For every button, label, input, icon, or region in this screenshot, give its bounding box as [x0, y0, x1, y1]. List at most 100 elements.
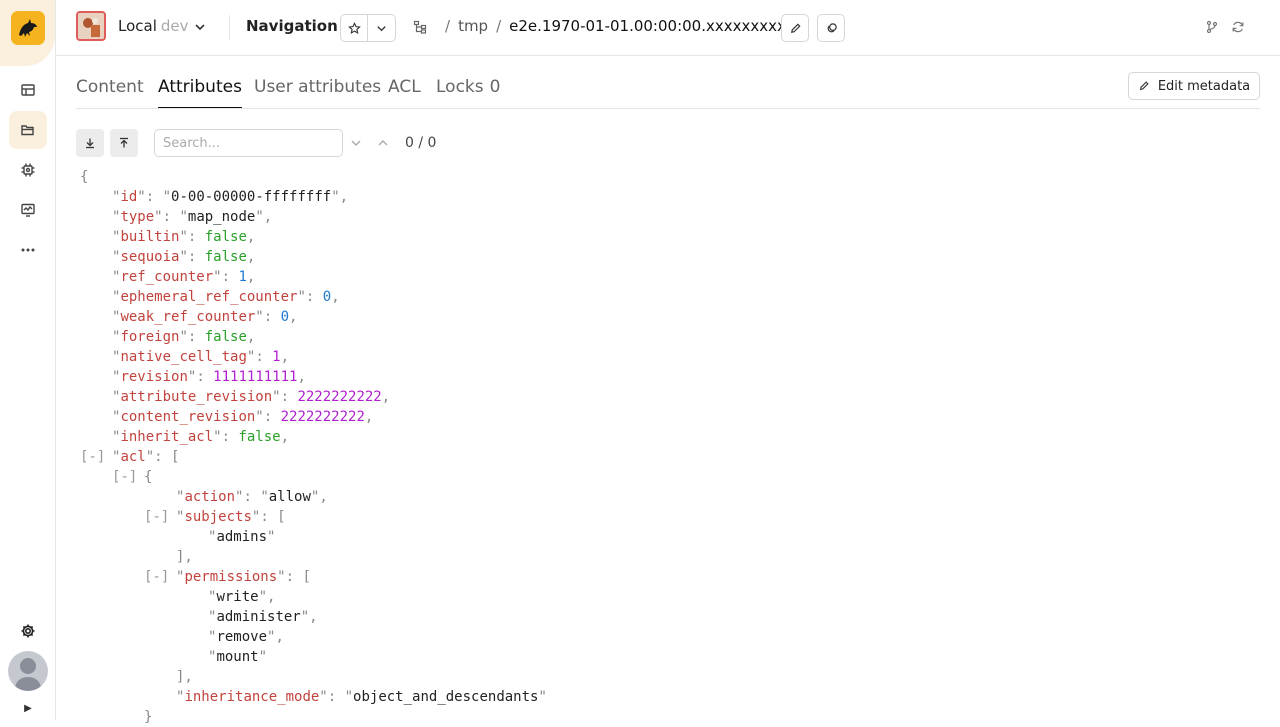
- quote: ": [179, 249, 188, 265]
- json-key: action: [184, 489, 236, 505]
- sidebar-item-monitoring[interactable]: [9, 191, 47, 229]
- tab-acl[interactable]: ACL: [388, 74, 421, 107]
- expand-all-button[interactable]: [76, 129, 104, 157]
- tab-attributes[interactable]: Attributes: [158, 74, 242, 109]
- quote: ": [300, 609, 310, 625]
- quote: ": [154, 209, 163, 225]
- comma: ,: [319, 489, 328, 505]
- quote: ": [277, 569, 286, 585]
- comma: ,: [297, 369, 306, 385]
- chevron-down-icon[interactable]: [193, 20, 207, 34]
- edit-metadata-button[interactable]: Edit metadata: [1128, 72, 1260, 100]
- refresh-icon[interactable]: [1231, 20, 1245, 34]
- comma: ,: [263, 209, 273, 225]
- json-string-value: allow: [268, 489, 311, 505]
- json-number-value: 2222222222: [280, 409, 365, 425]
- colon: :: [305, 289, 323, 305]
- json-key: ephemeral_ref_counter: [120, 289, 298, 305]
- json-key: type: [120, 209, 155, 225]
- json-attribute-row: "ephemeral_ref_counter": 0,: [112, 287, 340, 307]
- collapse-toggle[interactable]: [-]: [80, 447, 105, 467]
- quote: ": [255, 309, 264, 325]
- collapse-toggle[interactable]: [-]: [112, 467, 137, 487]
- gear-icon: [21, 624, 35, 638]
- favorites-dropdown-button[interactable]: [368, 14, 396, 42]
- colon: :: [196, 369, 214, 385]
- breadcrumb-current[interactable]: e2e.1970-01-01.00:00:00.xxxxxxxxxxx: [509, 17, 804, 35]
- json-attribute-row: "weak_ref_counter": 0,: [112, 307, 297, 327]
- sidebar-item-settings[interactable]: [9, 612, 47, 650]
- sidebar-item-more[interactable]: [9, 231, 47, 269]
- brace: }: [144, 709, 153, 725]
- sidebar-item-table[interactable]: [9, 71, 47, 109]
- colon: :: [162, 209, 180, 225]
- tabs-divider: [76, 108, 1260, 109]
- json-attribute-row: "native_cell_tag": 1,: [112, 347, 289, 367]
- json-permission-item: "mount": [208, 647, 267, 667]
- sidebar-item-chip[interactable]: [9, 151, 47, 189]
- tree-icon[interactable]: [413, 20, 427, 34]
- colon: :: [221, 269, 239, 285]
- tab-content[interactable]: Content: [76, 74, 144, 107]
- bracket: [: [277, 509, 286, 525]
- collapse-toggle[interactable]: [-]: [144, 567, 169, 587]
- json-string-value: mount: [216, 649, 259, 665]
- json-string-value: map_node: [187, 209, 256, 225]
- json-subject-item: "admins": [208, 527, 275, 547]
- search-input[interactable]: [154, 129, 343, 157]
- json-number-value: 0: [280, 309, 290, 325]
- json-permission-item: "remove",: [208, 627, 284, 647]
- quote: ": [179, 229, 188, 245]
- tab-label: ACL: [388, 77, 421, 97]
- more-icon: [21, 248, 35, 252]
- comma: ,: [381, 389, 391, 405]
- previous-match-icon[interactable]: [376, 136, 390, 150]
- breadcrumb-item[interactable]: tmp: [458, 17, 488, 35]
- comma: ,: [267, 589, 276, 605]
- comma: ,: [364, 409, 374, 425]
- json-subjects-row: "subjects": [: [176, 507, 286, 527]
- quote: ": [258, 589, 268, 605]
- colon: :: [187, 249, 205, 265]
- json-number-value: 1: [238, 269, 247, 285]
- tab-locks[interactable]: Locks 0: [436, 74, 500, 107]
- copy-path-button[interactable]: [817, 14, 845, 42]
- branch-icon[interactable]: [1205, 20, 1219, 34]
- tab-user-attributes[interactable]: User attributes: [254, 74, 381, 107]
- play-right-icon: ▶: [24, 702, 32, 714]
- colon: :: [243, 489, 261, 505]
- tab-label: User attributes: [254, 77, 382, 97]
- app-logo[interactable]: [11, 11, 45, 45]
- colon: :: [154, 449, 172, 465]
- favorite-button[interactable]: [340, 14, 368, 42]
- collapse-toggle[interactable]: [-]: [144, 507, 169, 527]
- tab-count-badge: 0: [489, 77, 501, 97]
- json-key: inheritance_mode: [184, 689, 320, 705]
- json-key: foreign: [120, 329, 180, 345]
- bracket: ],: [176, 549, 193, 565]
- json-bool-value: false: [238, 429, 281, 445]
- json-string-value: 0-00-00000-ffffffff: [171, 189, 332, 205]
- comma: ,: [246, 269, 256, 285]
- quote: ": [179, 209, 188, 225]
- sidebar-item-navigation[interactable]: [9, 111, 47, 149]
- tab-label: Locks: [436, 77, 484, 97]
- cluster-selector[interactable]: Local dev: [118, 17, 189, 35]
- json-key: revision: [120, 369, 188, 385]
- edit-path-button[interactable]: [781, 14, 809, 42]
- json-key: native_cell_tag: [120, 349, 247, 365]
- json-attribute-row: "inherit_acl": false,: [112, 427, 289, 447]
- expand-sidebar-button[interactable]: ▶: [20, 700, 36, 716]
- collapse-all-button[interactable]: [110, 129, 138, 157]
- header-divider: [229, 15, 230, 40]
- page-title: Navigation: [246, 17, 338, 35]
- json-string-value: write: [216, 589, 259, 605]
- next-match-icon[interactable]: [349, 136, 363, 150]
- cluster-avatar[interactable]: [76, 11, 106, 41]
- user-avatar[interactable]: [8, 651, 48, 691]
- comma: ,: [339, 189, 349, 205]
- breadcrumb-separator: /: [496, 17, 502, 35]
- comma: ,: [246, 249, 256, 265]
- tab-label: Content: [76, 77, 144, 97]
- arrow-down-to-line-icon: [86, 138, 94, 149]
